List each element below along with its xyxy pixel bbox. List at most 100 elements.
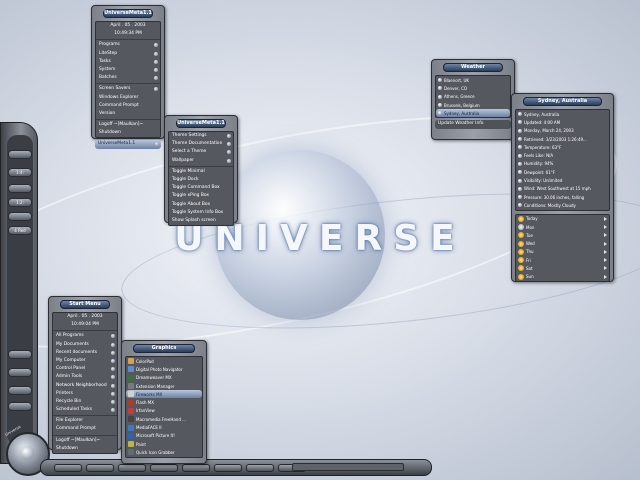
submenu-bullet-icon xyxy=(111,334,115,339)
task-button-4[interactable] xyxy=(150,464,178,472)
task-button-1[interactable] xyxy=(54,464,82,472)
app-item-fireworks-selected[interactable]: Fireworks MX xyxy=(126,390,202,399)
start-item-my-documents[interactable]: My Documents xyxy=(53,341,117,349)
app-item-freehand[interactable]: Macromedia FreeHand ... xyxy=(126,415,202,423)
weather-city[interactable]: Blaenort, UK xyxy=(436,76,510,84)
start-item-all-programs[interactable]: All Programs xyxy=(53,332,117,340)
toggle-about-box[interactable]: Toggle About Box xyxy=(169,201,233,209)
update-weather-button[interactable]: Update Weather Info xyxy=(435,120,511,129)
app-item-colorpad[interactable]: ColorPad xyxy=(126,357,202,365)
menu-item-windows-explorer[interactable]: Windows Explorer xyxy=(96,94,160,102)
task-button-2[interactable] xyxy=(86,464,114,472)
app-item-dreamweaver[interactable]: Dreamweaver MX xyxy=(126,374,202,382)
theme-item-wallpaper[interactable]: Wallpaper xyxy=(169,157,233,165)
theme-item-select[interactable]: Select a Theme xyxy=(169,148,233,156)
start-item-my-computer[interactable]: My Computer xyxy=(53,357,117,365)
start-item-shutdown[interactable]: Shutdown xyxy=(53,445,117,453)
update-label: Update Weather Info xyxy=(438,121,484,127)
toggle-xping-box[interactable]: Toggle xPing Box xyxy=(169,192,233,200)
bullet-icon xyxy=(518,195,522,200)
dock-button-1[interactable] xyxy=(8,150,32,159)
task-button-6[interactable] xyxy=(214,464,242,472)
menu-item-universe-selected[interactable]: UniverseMeta1.1 xyxy=(95,140,161,149)
app-item-quick-icon-grabber[interactable]: Quick Icon Grabber xyxy=(126,448,202,456)
menu-item-version[interactable]: Version xyxy=(96,110,160,118)
start-item-control-panel[interactable]: Control Panel xyxy=(53,365,117,373)
icon-grabber-icon xyxy=(128,449,134,456)
start-item-logoff[interactable]: Logoff ~[Maulkan]~ xyxy=(53,437,117,445)
app-item-picture-it[interactable]: Microsoft Picture It! xyxy=(126,432,202,440)
start-item-recent-documents[interactable]: Recent documents xyxy=(53,349,117,357)
app-item-paint[interactable]: Paint xyxy=(126,440,202,448)
forecast-day[interactable]: Tue xyxy=(516,231,609,239)
start-menu: Start Menu April . 05 . 2003 10:49:04 PM… xyxy=(48,296,122,454)
weather-sun-icon xyxy=(518,273,524,280)
weather-city[interactable]: Denver, CO xyxy=(436,84,510,92)
dock-button-9[interactable] xyxy=(8,386,32,395)
weather-city[interactable]: Athens, Greece xyxy=(436,93,510,101)
dock-button-7[interactable] xyxy=(8,350,32,359)
dock-button-4[interactable]: 1:2: xyxy=(8,198,32,207)
menu-item-tasks[interactable]: Tasks xyxy=(96,58,160,66)
menu-item-programs[interactable]: Programs xyxy=(96,41,160,49)
app-label: Quick Icon Grabber xyxy=(136,449,175,455)
menu-item-system[interactable]: System xyxy=(96,66,160,74)
forecast-day[interactable]: Thu xyxy=(516,248,609,256)
app-item-mediaface[interactable]: MediaFACE II xyxy=(126,423,202,431)
theme-item-settings[interactable]: Theme Settings xyxy=(169,132,233,140)
task-button-5[interactable] xyxy=(182,464,210,472)
start-item-recycle-bin[interactable]: Recycle Bin xyxy=(53,398,117,406)
menu-item-shutdown[interactable]: Shutdown xyxy=(96,129,160,137)
weather-sun-icon xyxy=(518,215,524,222)
app-item-irfanview[interactable]: IrfanView xyxy=(126,407,202,415)
toggle-minimal[interactable]: Toggle Minimal xyxy=(169,168,233,176)
dock-button-3[interactable] xyxy=(8,184,32,193)
submenu-bullet-icon xyxy=(154,76,158,81)
forecast-day[interactable]: Fri xyxy=(516,256,609,264)
menu-item-command-prompt[interactable]: Command Prompt xyxy=(96,102,160,110)
forecast-day[interactable]: Wed xyxy=(516,239,609,247)
toggle-system-info-box[interactable]: Toggle System Info Box xyxy=(169,209,233,217)
weather-city-selected[interactable]: Sydney, Australia xyxy=(436,109,510,118)
weather-panel: Weather Blaenort, UK Denver, CO Athens, … xyxy=(431,59,515,140)
dock-button-5[interactable] xyxy=(8,212,32,221)
app-item-flash[interactable]: Flash MX xyxy=(126,398,202,406)
app-item-extension-manager[interactable]: Extension Manager xyxy=(126,382,202,390)
menu-item-label: Screen Savers xyxy=(99,86,131,92)
menu-item-label: System xyxy=(99,66,116,72)
start-item-admin-tools[interactable]: Admin Tools xyxy=(53,373,117,381)
task-button-3[interactable] xyxy=(118,464,146,472)
weather-city[interactable]: Brussels, Belgium xyxy=(436,101,510,109)
start-item-command-prompt[interactable]: Command Prompt xyxy=(53,425,117,433)
bullet-icon xyxy=(518,153,522,158)
forecast-day[interactable]: Sat xyxy=(516,264,609,272)
menu-item-logoff[interactable]: Logoff ~[Maulkan]~ xyxy=(96,121,160,129)
start-item-printers[interactable]: Printers xyxy=(53,390,117,398)
theme-item-documentation[interactable]: Theme Documentation xyxy=(169,140,233,148)
menu-item-litestep[interactable]: LiteStep xyxy=(96,50,160,58)
bullet-icon xyxy=(518,161,522,166)
show-splash-screen[interactable]: Show Splash screen xyxy=(169,217,233,225)
forecast-day[interactable]: Sun xyxy=(516,273,609,281)
bullet-icon xyxy=(518,178,522,183)
menu-item-screen-savers[interactable]: Screen Savers xyxy=(96,85,160,93)
toggle-command-box[interactable]: Toggle Command Box xyxy=(169,184,233,192)
dock-button-10[interactable] xyxy=(8,402,32,411)
menu-item-batches[interactable]: Batches xyxy=(96,74,160,82)
dock-button-8[interactable] xyxy=(8,368,32,377)
app-label: Digital Photo Navigator xyxy=(136,366,183,372)
start-menu-body: April . 05 . 2003 10:49:04 PM All Progra… xyxy=(52,312,118,454)
app-item-digital-photo-navigator[interactable]: Digital Photo Navigator xyxy=(126,365,202,373)
forecast-day[interactable]: Today xyxy=(516,215,609,223)
start-item-network[interactable]: Network Neighborhood xyxy=(53,382,117,390)
forecast-day[interactable]: Mon xyxy=(516,223,609,231)
separator xyxy=(96,119,160,121)
dock-button-6[interactable]: 4 Red xyxy=(8,226,32,235)
info-text: Monday, March 24, 2003 xyxy=(524,128,574,134)
start-item-file-explorer[interactable]: File Explorer xyxy=(53,417,117,425)
task-button-7[interactable] xyxy=(246,464,274,472)
task-field[interactable] xyxy=(292,463,404,471)
start-item-scheduled-tasks[interactable]: Scheduled Tasks xyxy=(53,406,117,414)
dock-button-2[interactable]: 1:4: xyxy=(8,168,32,177)
toggle-dock[interactable]: Toggle Dock xyxy=(169,176,233,184)
